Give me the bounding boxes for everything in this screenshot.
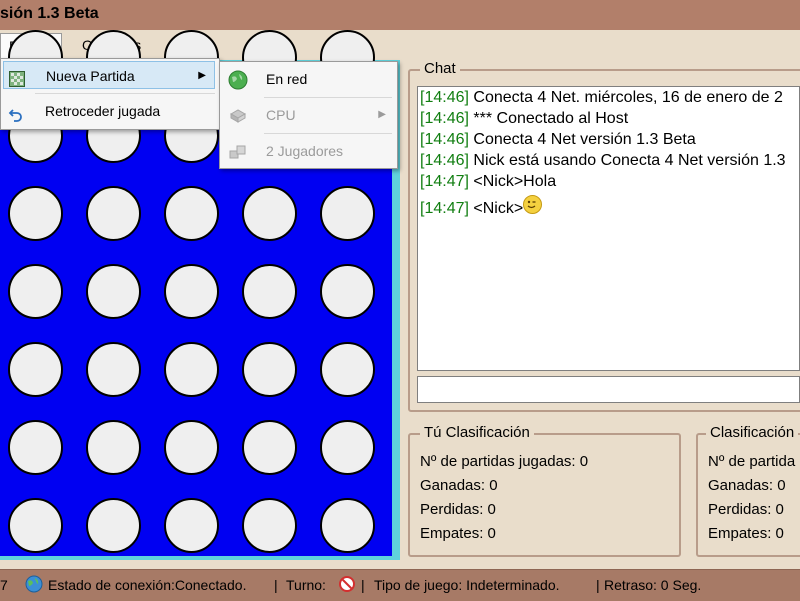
board-hole[interactable] [320, 498, 375, 553]
board-hole[interactable] [8, 186, 63, 241]
menu-item-2-jugadores[interactable]: 2 Jugadores [222, 135, 394, 167]
wink-smiley-icon [523, 195, 543, 214]
status-bar: 7 Estado de conexión:Conectado. | Turno:… [0, 569, 800, 601]
menu-separator [264, 97, 392, 98]
window-title: sión 1.3 Beta [0, 5, 99, 22]
board-hole[interactable] [320, 342, 375, 397]
menu-item-label: 2 Jugadores [266, 143, 344, 159]
board-hole[interactable] [164, 342, 219, 397]
opponent-stats-group: Clasificación Nº de partida Ganadas: 0 P… [696, 424, 800, 557]
chat-log[interactable]: [14:46] Conecta 4 Net. miércoles, 16 de … [417, 86, 800, 371]
stat-played: Nº de partidas jugadas: 0 [420, 453, 589, 470]
chat-message: [14:47] <Nick> [418, 195, 799, 219]
board-hole[interactable] [242, 498, 297, 553]
game-type: Tipo de juego: Indeterminado. [374, 577, 560, 593]
chat-message: [14:47] <Nick>Hola [418, 171, 799, 192]
chat-timestamp: [14:47] [420, 200, 469, 217]
my-stats-group: Tú Clasificación Nº de partidas jugadas:… [408, 424, 681, 557]
chat-message: [14:46] Conecta 4 Net versión 1.3 Beta [418, 129, 799, 150]
board-hole[interactable] [86, 498, 141, 553]
board-hole[interactable] [86, 420, 141, 475]
chat-timestamp: [14:47] [420, 173, 469, 190]
chat-message: [14:46] Conecta 4 Net. miércoles, 16 de … [418, 87, 799, 108]
stat-won: Ganadas: 0 [708, 477, 786, 494]
submenu-arrow-icon: ▶ [198, 70, 206, 81]
board-icon [9, 68, 25, 87]
players-icon [228, 141, 248, 161]
menu-item-label: Retroceder jugada [45, 103, 161, 119]
chat-timestamp: [14:46] [420, 152, 469, 169]
stat-draws: Empates: 0 [420, 525, 496, 542]
chat-text: Conecta 4 Net. miércoles, 16 de enero de… [468, 89, 783, 106]
board-hole[interactable] [86, 264, 141, 319]
chat-timestamp: [14:46] [420, 131, 469, 148]
connection-status: Estado de conexión:Conectado. [48, 577, 247, 593]
undo-icon [8, 103, 24, 122]
board-hole[interactable] [86, 186, 141, 241]
board-hole[interactable] [86, 342, 141, 397]
stat-lost: Perdidas: 0 [420, 501, 496, 518]
board-hole[interactable] [320, 420, 375, 475]
board-hole[interactable] [320, 264, 375, 319]
status-separator: | [274, 577, 278, 593]
my-stats-title: Tú Clasificación [420, 424, 534, 441]
chat-timestamp: [14:46] [420, 110, 469, 127]
menu-item-en-red[interactable]: En red [222, 63, 394, 95]
stat-played: Nº de partida [708, 453, 796, 470]
menu-separator [264, 133, 392, 134]
no-turn-icon [339, 576, 355, 595]
board-hole[interactable] [320, 186, 375, 241]
opponent-stats-title: Clasificación [706, 424, 799, 441]
menu-separator [35, 93, 215, 94]
menu-item-cpu[interactable]: CPU ▶ [222, 99, 394, 131]
menu-item-label: Nueva Partida [46, 68, 135, 84]
menu-item-retroceder-jugada[interactable]: Retroceder jugada [3, 97, 215, 125]
board-hole[interactable] [164, 186, 219, 241]
chat-text: Nick está usando Conecta 4 Net versión 1… [468, 152, 786, 169]
status-separator: | [596, 577, 600, 593]
submenu-arrow-icon: ▶ [378, 109, 386, 120]
globe-icon [25, 575, 43, 596]
status-separator: | [361, 577, 365, 593]
board-hole[interactable] [242, 186, 297, 241]
board-hole[interactable] [8, 264, 63, 319]
board-hole[interactable] [8, 498, 63, 553]
chat-text: <Nick> [468, 200, 524, 217]
board-hole[interactable] [8, 420, 63, 475]
menu-item-nueva-partida[interactable]: Nueva Partida ▶ [3, 61, 215, 89]
board-hole[interactable] [164, 498, 219, 553]
chat-input[interactable] [417, 376, 800, 403]
chat-text: Conecta 4 Net versión 1.3 Beta [468, 131, 696, 148]
board-hole[interactable] [164, 264, 219, 319]
chat-text: <Nick>Hola [468, 173, 557, 190]
title-bar: sión 1.3 Beta [0, 0, 800, 30]
lag-indicator: Retraso: 0 Seg. [604, 577, 702, 593]
status-leading: 7 [0, 577, 8, 593]
menu-item-label: En red [266, 71, 308, 87]
chat-message: [14:46] Nick está usando Conecta 4 Net v… [418, 150, 799, 171]
board-hole[interactable] [242, 420, 297, 475]
board-hole[interactable] [164, 420, 219, 475]
turn-label: Turno: [286, 577, 326, 593]
board-hole[interactable] [242, 264, 297, 319]
chat-message: [14:46] *** Conectado al Host [418, 108, 799, 129]
board-hole[interactable] [8, 342, 63, 397]
computer-icon [228, 105, 248, 125]
stat-won: Ganadas: 0 [420, 477, 498, 494]
menu-item-label: CPU [266, 107, 296, 123]
stat-draws: Empates: 0 [708, 525, 784, 542]
board-hole[interactable] [242, 342, 297, 397]
partida-menu: Nueva Partida ▶ Retroceder jugada [0, 58, 220, 130]
chat-title: Chat [420, 60, 460, 77]
nueva-partida-submenu: En red CPU ▶ 2 Jugadores [219, 61, 398, 169]
chat-timestamp: [14:46] [420, 89, 469, 106]
stat-lost: Perdidas: 0 [708, 501, 784, 518]
globe-icon [228, 69, 248, 90]
chat-text: *** Conectado al Host [468, 110, 629, 127]
